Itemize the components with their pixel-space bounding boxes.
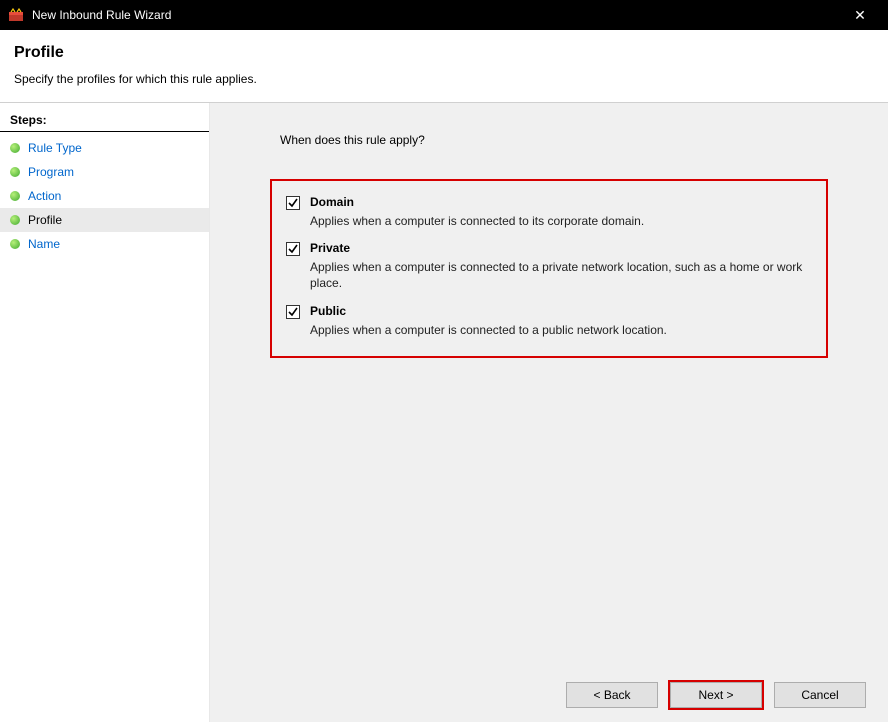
- back-button[interactable]: < Back: [566, 682, 658, 708]
- step-program[interactable]: Program: [0, 160, 209, 184]
- steps-header: Steps:: [0, 109, 209, 132]
- step-label: Rule Type: [28, 141, 82, 155]
- options-group-highlight: Domain Applies when a computer is connec…: [270, 179, 828, 358]
- cancel-button[interactable]: Cancel: [774, 682, 866, 708]
- check-icon: [288, 198, 298, 208]
- close-button[interactable]: ✕: [840, 7, 880, 24]
- option-desc: Applies when a computer is connected to …: [310, 213, 808, 229]
- option-private: Private Applies when a computer is conne…: [278, 241, 808, 291]
- check-icon: [288, 307, 298, 317]
- page-subtitle: Specify the profiles for which this rule…: [14, 72, 874, 86]
- bullet-icon: [10, 191, 20, 201]
- bullet-icon: [10, 167, 20, 177]
- step-label: Profile: [28, 213, 62, 227]
- step-action[interactable]: Action: [0, 184, 209, 208]
- bullet-icon: [10, 143, 20, 153]
- check-icon: [288, 244, 298, 254]
- step-rule-type[interactable]: Rule Type: [0, 136, 209, 160]
- steps-sidebar: Steps: Rule Type Program Action Profile …: [0, 103, 210, 722]
- step-label: Name: [28, 237, 60, 251]
- window-title: New Inbound Rule Wizard: [32, 8, 840, 22]
- checkbox-domain[interactable]: [286, 196, 300, 210]
- option-name: Private: [310, 241, 808, 255]
- step-label: Program: [28, 165, 74, 179]
- bullet-icon: [10, 215, 20, 225]
- bullet-icon: [10, 239, 20, 249]
- option-public: Public Applies when a computer is connec…: [278, 304, 808, 338]
- next-button[interactable]: Next >: [670, 682, 762, 708]
- firewall-icon: [8, 7, 24, 23]
- main-panel: When does this rule apply? Domain Applie…: [210, 103, 888, 722]
- step-label: Action: [28, 189, 61, 203]
- step-name[interactable]: Name: [0, 232, 209, 256]
- checkbox-public[interactable]: [286, 305, 300, 319]
- option-desc: Applies when a computer is connected to …: [310, 259, 808, 291]
- option-desc: Applies when a computer is connected to …: [310, 322, 808, 338]
- wizard-header: Profile Specify the profiles for which t…: [0, 30, 888, 103]
- option-name: Public: [310, 304, 808, 318]
- question-text: When does this rule apply?: [280, 133, 848, 147]
- wizard-footer: < Back Next > Cancel: [566, 682, 866, 708]
- option-domain: Domain Applies when a computer is connec…: [278, 195, 808, 229]
- titlebar: New Inbound Rule Wizard ✕: [0, 0, 888, 30]
- option-name: Domain: [310, 195, 808, 209]
- page-title: Profile: [14, 44, 874, 62]
- checkbox-private[interactable]: [286, 242, 300, 256]
- step-profile[interactable]: Profile: [0, 208, 209, 232]
